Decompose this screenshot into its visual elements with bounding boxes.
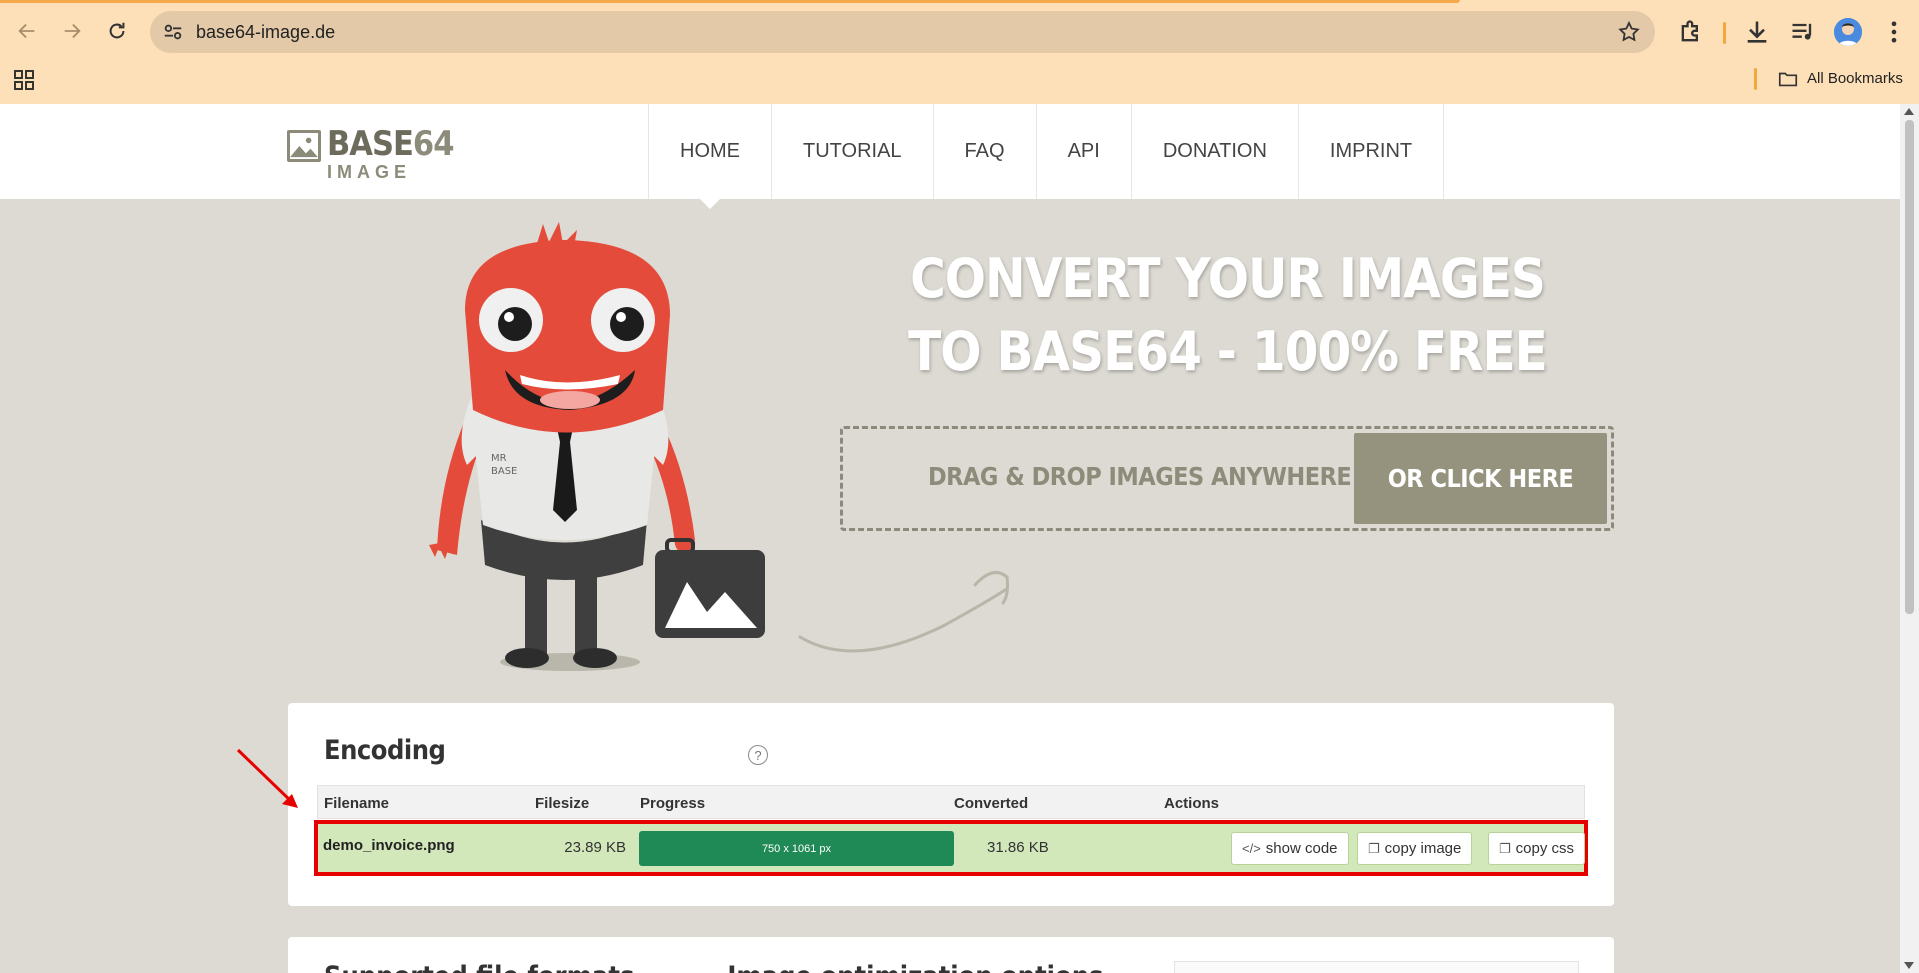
nav-tutorial[interactable]: TUTORIAL <box>771 104 933 199</box>
col-progress: Progress <box>640 795 706 812</box>
copy-css-label: copy css <box>1515 840 1575 857</box>
hero-title-line-2: TO BASE64 - 100% FREE <box>908 320 1548 383</box>
site-header: BASE64 IMAGE HOME TUTORIAL FAQ API DONAT… <box>0 104 1900 209</box>
row-filesize: 23.89 KB <box>564 839 626 856</box>
col-filesize: Filesize <box>535 795 590 812</box>
mascot-shirt-text: BASE <box>491 466 517 477</box>
address-bar[interactable]: base64-image.de <box>150 11 1655 53</box>
mascot-shirt-text: MR <box>491 453 507 464</box>
table-row: demo_invoice.png 23.89 KB 750 x 1061 px … <box>314 820 1588 876</box>
reload-button[interactable] <box>102 16 132 46</box>
drop-zone-label: DRAG & DROP IMAGES ANYWHERE <box>928 462 1352 491</box>
copy-icon: ❐ <box>1499 840 1511 856</box>
url-text[interactable]: base64-image.de <box>196 22 335 43</box>
encoding-table-header: Filename Filesize Progress Converted Act… <box>317 785 1585 819</box>
row-progress-bar: 750 x 1061 px <box>639 831 954 866</box>
logo-subtitle: IMAGE <box>327 162 412 182</box>
scroll-down-arrow-icon[interactable] <box>1904 962 1914 969</box>
logo-wordmark: BASE64 <box>327 124 454 164</box>
encoding-title: Encoding <box>324 735 446 766</box>
site-logo[interactable]: BASE64 IMAGE <box>287 124 454 184</box>
bookmarks-separator <box>1754 68 1757 90</box>
show-code-button[interactable]: </> show code <box>1231 832 1349 865</box>
reload-icon <box>109 22 125 39</box>
col-filename: Filename <box>324 795 390 812</box>
optimization-box <box>1174 961 1579 973</box>
code-icon: </> <box>1242 841 1261 856</box>
arrow-left-icon <box>18 23 35 39</box>
nav-donation[interactable]: DONATION <box>1130 104 1298 199</box>
nav-home[interactable]: HOME <box>648 104 771 209</box>
hero-title: CONVERT YOUR IMAGES TO BASE64 - 100% FRE… <box>880 242 1575 388</box>
copy-icon: ❐ <box>1368 840 1380 856</box>
sketch-arrow-icon <box>798 571 1009 653</box>
drop-zone[interactable]: DRAG & DROP IMAGES ANYWHERE OR CLICK HER… <box>840 426 1614 531</box>
nav-faq[interactable]: FAQ <box>932 104 1036 199</box>
forward-button[interactable] <box>57 16 87 46</box>
media-queue-icon[interactable] <box>1789 18 1817 46</box>
apps-grid-icon[interactable] <box>13 69 35 91</box>
download-icon[interactable] <box>1743 18 1771 46</box>
scroll-up-arrow-icon[interactable] <box>1904 108 1914 115</box>
all-bookmarks-link[interactable]: All Bookmarks <box>1807 70 1903 87</box>
show-code-label: show code <box>1265 840 1338 857</box>
profile-icon <box>1834 18 1862 46</box>
red-annotation-arrow-icon <box>236 748 298 808</box>
copy-css-button[interactable]: ❐ copy css <box>1488 832 1585 865</box>
profile-avatar[interactable] <box>1834 18 1862 46</box>
formats-panel: Supported file formats Image optimizatio… <box>288 937 1614 973</box>
tab-strip-accent <box>0 0 1460 3</box>
mascot-illustration: MR BASE <box>429 222 765 671</box>
copy-image-label: copy image <box>1384 840 1462 857</box>
folder-icon[interactable] <box>1777 68 1799 90</box>
scroll-thumb[interactable] <box>1905 120 1914 614</box>
site-info-icon[interactable] <box>162 21 184 43</box>
page-scrollbar[interactable] <box>1900 104 1919 973</box>
nav-imprint[interactable]: IMPRINT <box>1297 104 1445 199</box>
toolbar-separator <box>1723 22 1726 44</box>
help-icon[interactable]: ? <box>748 745 768 765</box>
main-nav: HOME TUTORIAL FAQ API DONATION IMPRINT <box>648 104 1445 209</box>
nav-api[interactable]: API <box>1035 104 1131 199</box>
col-converted: Converted <box>954 795 1029 812</box>
browser-toolbar: base64-image.de All Bookmarks <box>0 0 1919 104</box>
row-filename: demo_invoice.png <box>323 837 455 854</box>
bookmark-star-icon[interactable] <box>1617 20 1641 44</box>
encoding-panel: Encoding ? Filename Filesize Progress Co… <box>288 703 1614 906</box>
menu-kebab-icon[interactable] <box>1880 18 1908 46</box>
back-button[interactable] <box>12 16 42 46</box>
extensions-icon[interactable] <box>1677 18 1705 46</box>
image-icon <box>287 130 321 162</box>
arrow-right-icon <box>64 23 81 39</box>
hero-title-line-1: CONVERT YOUR IMAGES <box>910 247 1546 310</box>
col-actions: Actions <box>1164 795 1220 812</box>
upload-click-button[interactable]: OR CLICK HERE <box>1354 433 1607 524</box>
formats-title: Supported file formats Image optimizatio… <box>324 961 1103 973</box>
bookmarks-bar: All Bookmarks <box>0 60 1919 104</box>
copy-image-button[interactable]: ❐ copy image <box>1357 832 1473 865</box>
row-converted-size: 31.86 KB <box>987 839 1049 856</box>
